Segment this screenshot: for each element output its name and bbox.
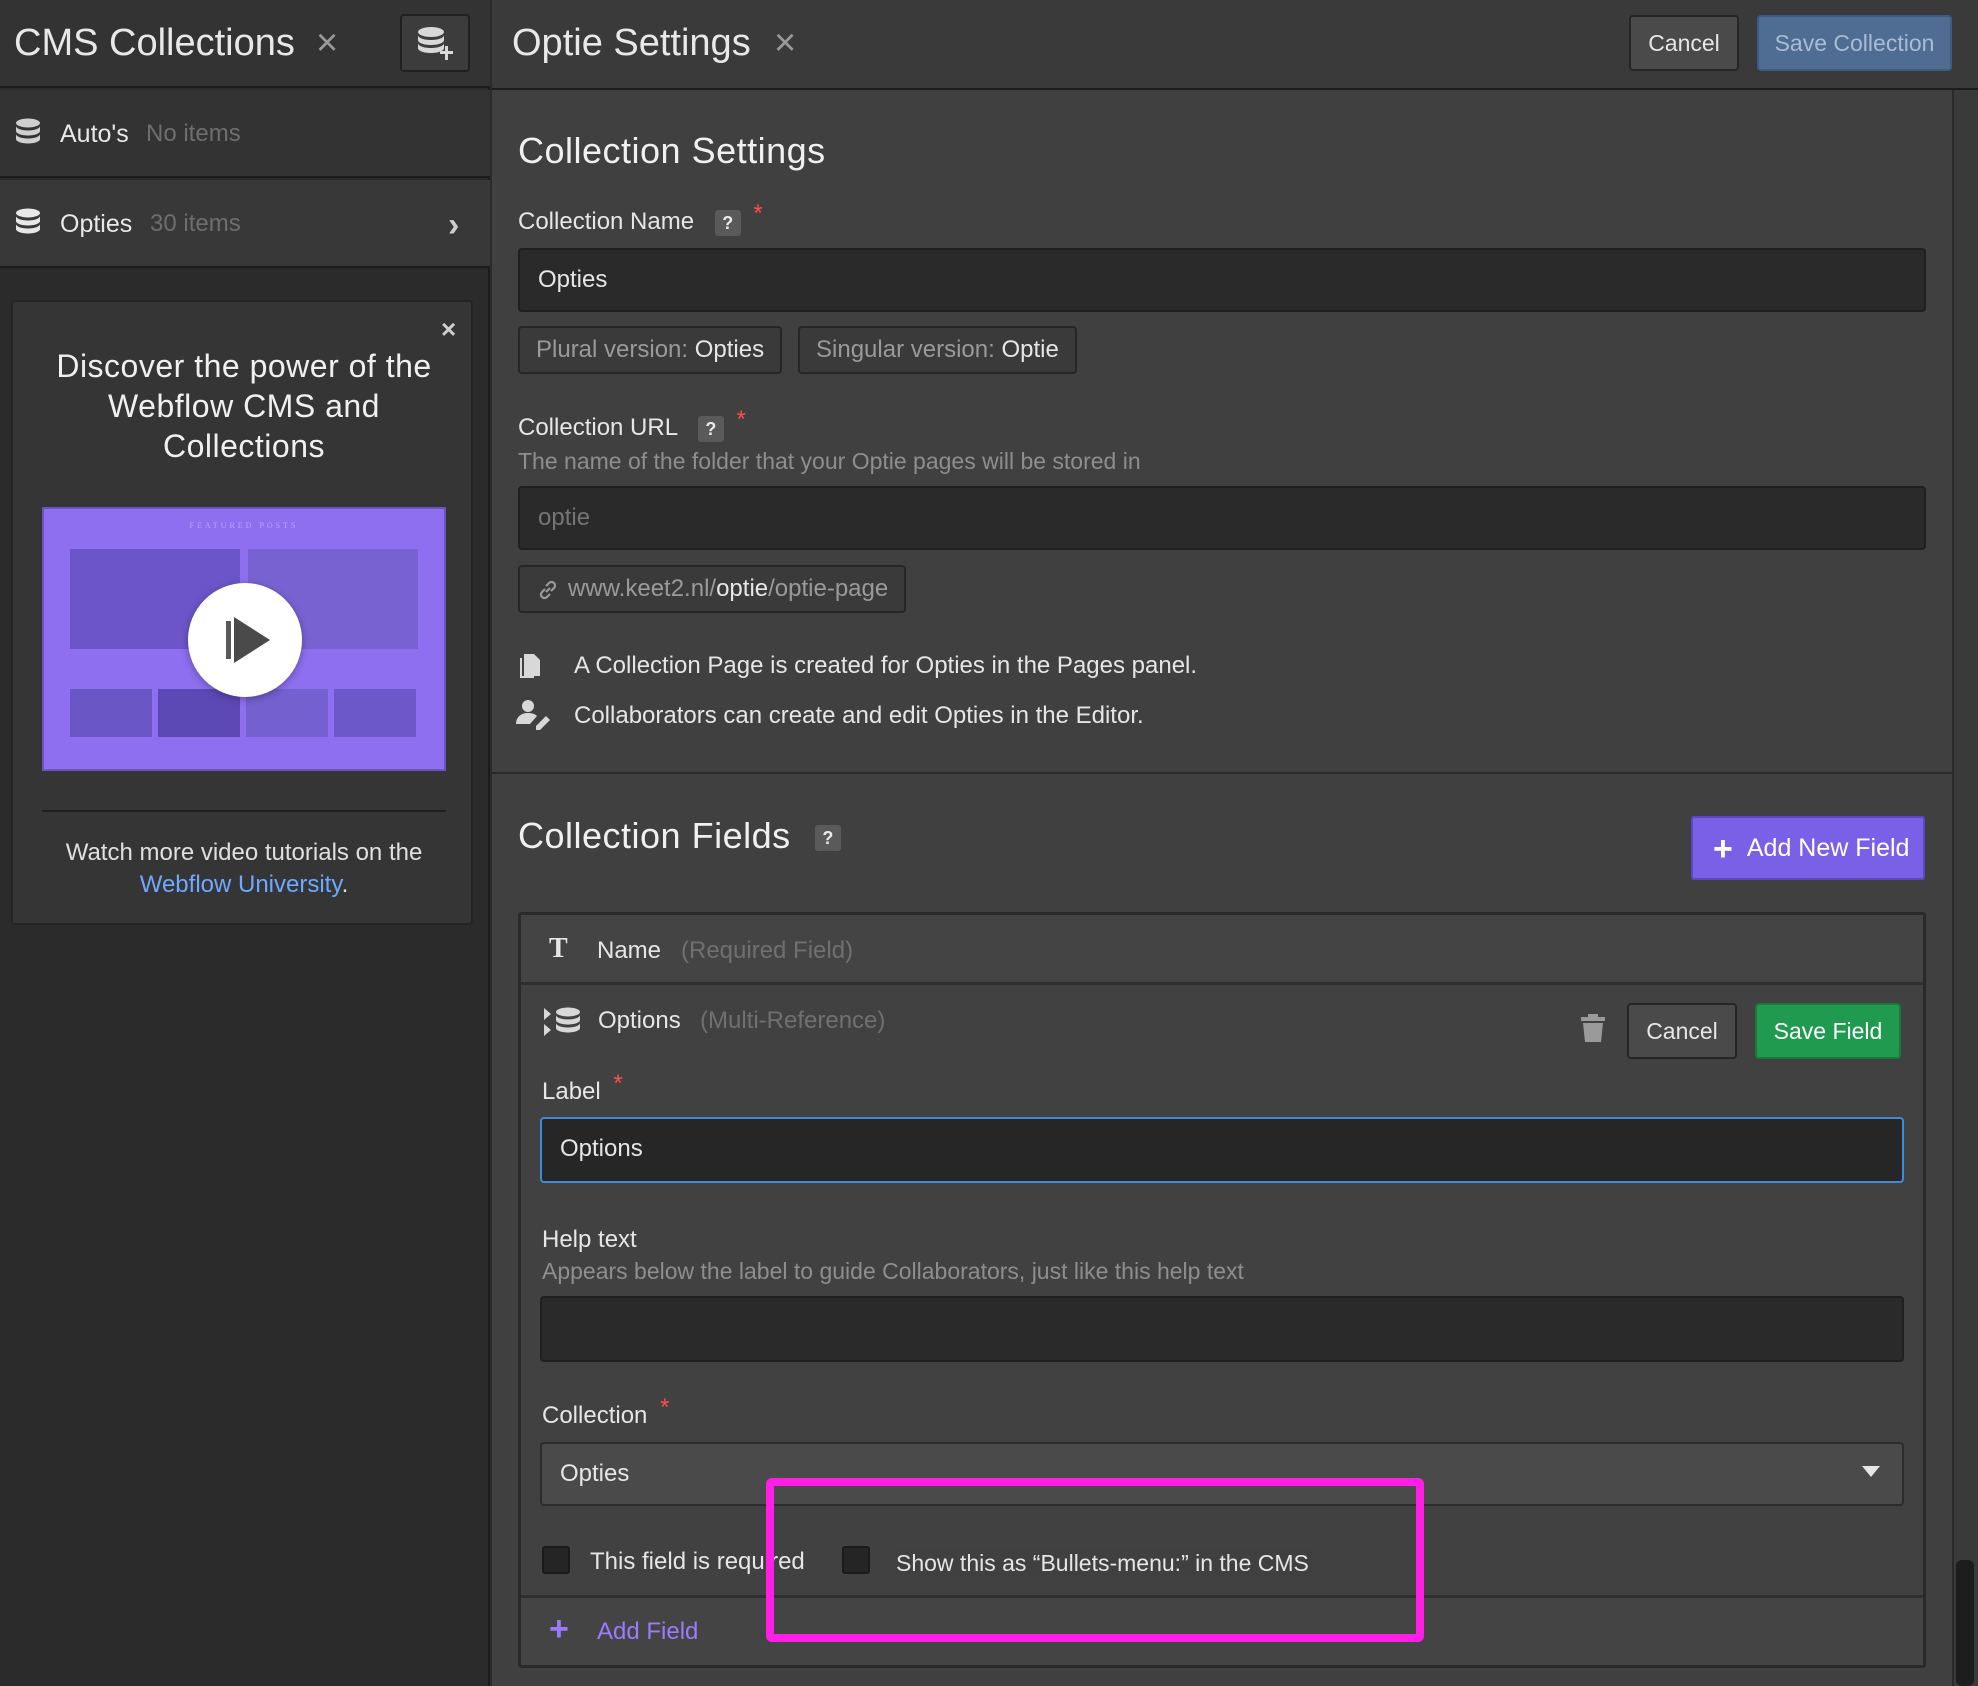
- url-rest: /optie-page: [768, 575, 889, 602]
- required-asterisk: *: [613, 1070, 623, 1097]
- thumb-image: [246, 689, 328, 737]
- label-text: Collection Name: [518, 208, 695, 235]
- collection-select-label: Collection *: [542, 1394, 669, 1430]
- save-collection-button[interactable]: Save Collection: [1757, 15, 1952, 71]
- link-icon: [539, 580, 557, 599]
- scrollbar[interactable]: [1952, 90, 1978, 1686]
- thumb-image: [158, 689, 240, 737]
- add-new-field-label: Add New Field: [1746, 834, 1910, 862]
- required-checkbox[interactable]: [542, 1546, 570, 1574]
- help-text-label: Help text: [542, 1226, 637, 1253]
- field-type: (Required Field): [681, 937, 854, 964]
- collection-item-autos[interactable]: Auto's No items: [0, 90, 490, 178]
- field-name: Name: [597, 937, 662, 964]
- singular-version-pill[interactable]: Singular version: Optie: [798, 326, 1077, 374]
- play-icon: [226, 617, 270, 663]
- required-asterisk: *: [660, 1394, 670, 1421]
- collection-name: Auto's: [60, 120, 129, 148]
- collection-url-label: Collection URL ? *: [518, 406, 746, 442]
- url-slug: optie: [716, 575, 769, 602]
- collaborator-edit-icon: [516, 700, 550, 730]
- pill-value: Opties: [694, 336, 765, 363]
- cancel-button[interactable]: Cancel: [1629, 15, 1739, 71]
- collection-url-input[interactable]: [518, 486, 1926, 550]
- plus-icon: +: [549, 1610, 569, 1648]
- promo-text-body: Watch more video tutorials on the: [65, 839, 423, 866]
- collection-name-input[interactable]: Opties: [518, 248, 1926, 312]
- section-title-text: Collection Fields: [518, 815, 791, 856]
- page-title: Optie Settings: [512, 22, 751, 64]
- sidebar-title: CMS Collections: [14, 22, 295, 64]
- close-icon[interactable]: ×: [774, 24, 796, 62]
- save-field-button[interactable]: Save Field: [1755, 1003, 1901, 1059]
- collection-count: No items: [146, 120, 241, 147]
- help-icon[interactable]: ?: [697, 416, 724, 442]
- promo-title: Discover the power of the Webflow CMS an…: [56, 348, 432, 464]
- section-title-fields: Collection Fields ?: [518, 815, 842, 857]
- label-text: Collection: [542, 1402, 648, 1429]
- collection-count: 30 items: [150, 210, 241, 237]
- text-type-icon: T: [549, 933, 568, 964]
- plural-version-pill[interactable]: Plural version: Opties: [518, 326, 783, 374]
- video-caption: FEATURED POSTS: [189, 521, 299, 530]
- section-divider: [492, 772, 1952, 774]
- label-text: Label: [542, 1078, 601, 1105]
- collection-item-opties[interactable]: Opties 30 items ›: [0, 180, 490, 268]
- help-icon[interactable]: ?: [815, 825, 842, 852]
- annotation-highlight-box: [766, 1478, 1424, 1642]
- video-thumbnail[interactable]: FEATURED POSTS: [42, 507, 446, 771]
- divider: [42, 810, 446, 812]
- collection-page-info: A Collection Page is created for Opties …: [574, 652, 1198, 679]
- help-text-hint: Appears below the label to guide Collabo…: [542, 1258, 1244, 1284]
- scrollbar-thumb[interactable]: [1956, 1560, 1974, 1686]
- pill-label: Plural version:: [536, 336, 689, 363]
- chevron-right-icon: ›: [448, 206, 460, 244]
- webflow-university-link[interactable]: Webflow University: [140, 871, 342, 898]
- url-domain: www.keet2.nl/: [568, 575, 717, 602]
- plus-icon: +: [1713, 830, 1733, 869]
- add-collection-button[interactable]: [400, 14, 470, 72]
- field-name: Options: [598, 1007, 681, 1034]
- thumb-image: [70, 689, 152, 737]
- label-field-label: Label *: [542, 1070, 623, 1106]
- close-icon[interactable]: ×: [441, 314, 456, 345]
- section-title-settings: Collection Settings: [518, 130, 826, 171]
- label-text: Collection URL: [518, 414, 678, 441]
- add-new-field-button[interactable]: + Add New Field: [1691, 816, 1925, 880]
- multi-reference-icon: [544, 1007, 580, 1036]
- field-row-name[interactable]: T Name (Required Field): [521, 915, 1923, 985]
- caret-down-icon: [1862, 1466, 1880, 1477]
- add-field-link[interactable]: Add Field: [597, 1618, 698, 1646]
- pill-label: Singular version:: [816, 336, 995, 363]
- thumb-image: [334, 689, 416, 737]
- required-asterisk: *: [753, 200, 763, 227]
- database-icon: [16, 118, 40, 144]
- promo-period: .: [341, 871, 349, 898]
- database-icon: [16, 208, 40, 234]
- pill-value: Optie: [1001, 336, 1059, 363]
- required-asterisk: *: [736, 406, 746, 433]
- pages-icon: [520, 654, 540, 678]
- help-text-input[interactable]: [540, 1296, 1904, 1362]
- play-button[interactable]: [188, 583, 302, 697]
- field-type: (Multi-Reference): [700, 1007, 886, 1034]
- collection-name-label: Collection Name ? *: [518, 200, 763, 236]
- field-cancel-button[interactable]: Cancel: [1627, 1003, 1737, 1059]
- database-plus-icon: [418, 27, 453, 60]
- collection-name: Opties: [60, 210, 133, 238]
- collaborators-info: Collaborators can create and edit Opties…: [574, 702, 1144, 729]
- label-input[interactable]: Options: [540, 1117, 1904, 1183]
- help-icon[interactable]: ?: [714, 210, 741, 236]
- promo-card: × Discover the power of the Webflow CMS …: [11, 300, 473, 925]
- collection-url-hint: The name of the folder that your Optie p…: [518, 448, 1141, 474]
- trash-icon[interactable]: [1580, 1014, 1606, 1042]
- close-icon[interactable]: ×: [316, 24, 338, 62]
- url-preview-pill[interactable]: www.keet2.nl/optie/optie-page: [518, 565, 907, 613]
- promo-text: Watch more video tutorials on the Webflo…: [33, 837, 455, 901]
